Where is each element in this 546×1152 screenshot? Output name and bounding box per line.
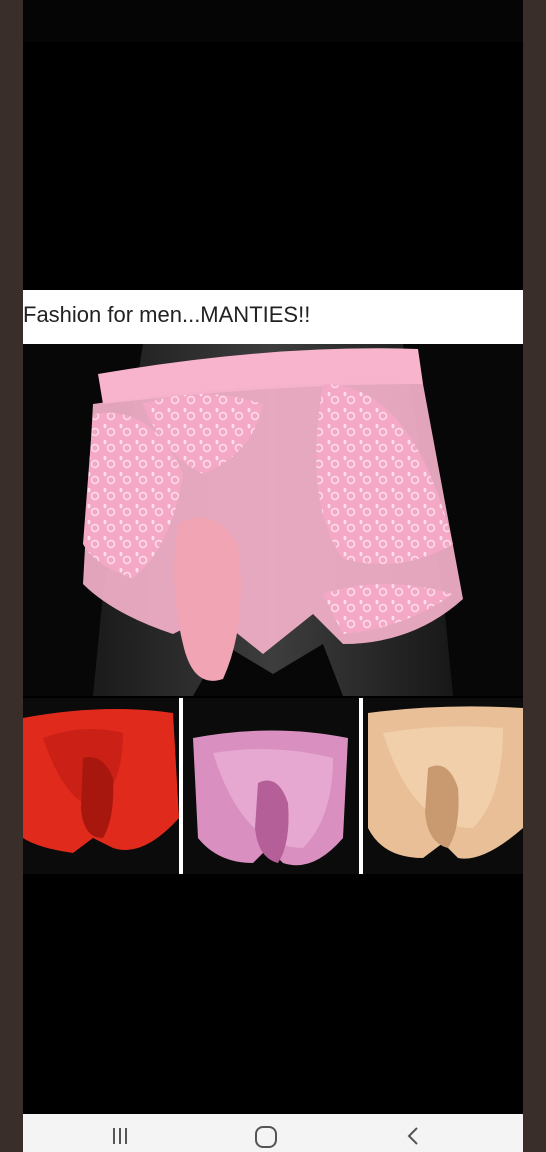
device-frame-left	[0, 0, 23, 1152]
underwear-illustration	[83, 344, 463, 696]
status-area	[0, 0, 546, 42]
color-variant-strip	[23, 698, 523, 874]
thumbnail-lavender[interactable]	[183, 698, 359, 874]
image-viewer[interactable]: Fashion for men...MANTIES!!	[23, 42, 523, 1114]
recent-apps-icon	[113, 1128, 127, 1144]
caption-strip: Fashion for men...MANTIES!!	[23, 290, 523, 344]
thumbnail-beige[interactable]	[363, 698, 523, 874]
android-nav-bar	[23, 1114, 523, 1152]
red-variant-image	[23, 698, 179, 874]
post-caption: Fashion for men...MANTIES!!	[23, 302, 311, 327]
main-product-photo[interactable]	[23, 344, 523, 696]
home-icon	[255, 1126, 277, 1148]
thumbnail-red[interactable]	[23, 698, 179, 874]
beige-variant-image	[363, 698, 523, 874]
back-button[interactable]	[399, 1124, 429, 1150]
device-frame-right	[523, 0, 546, 1152]
back-icon	[407, 1127, 418, 1145]
lavender-variant-image	[183, 698, 359, 874]
recent-apps-button[interactable]	[105, 1124, 135, 1150]
home-button[interactable]	[251, 1124, 281, 1150]
